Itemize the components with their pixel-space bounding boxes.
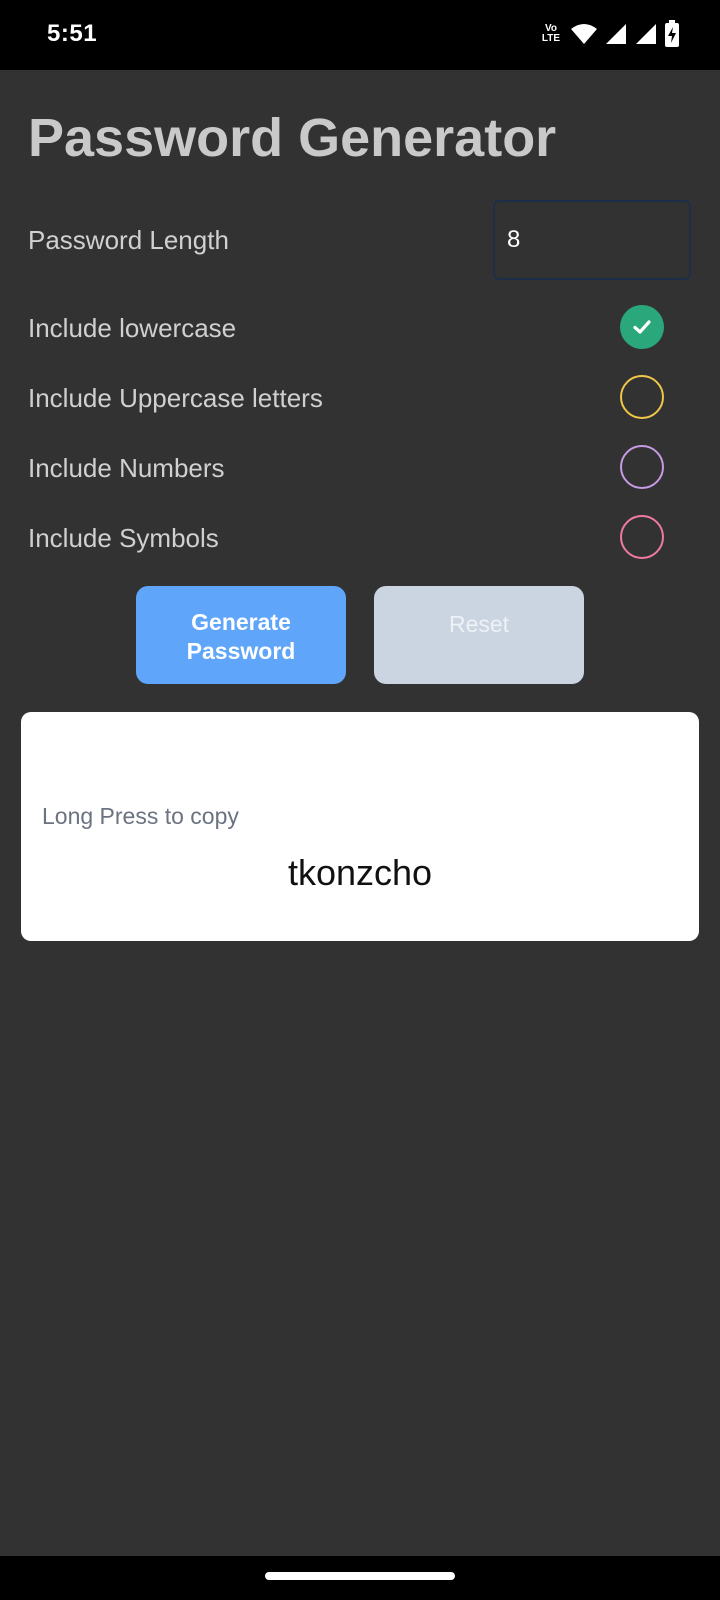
- symbols-checkbox[interactable]: [620, 515, 664, 559]
- result-card[interactable]: Long Press to copy tkonzcho: [21, 712, 699, 941]
- password-length-input[interactable]: [493, 200, 691, 280]
- numbers-checkbox[interactable]: [620, 445, 664, 489]
- reset-button[interactable]: Reset: [374, 586, 584, 684]
- page-title: Password Generator: [28, 108, 557, 168]
- lowercase-checkbox[interactable]: [620, 305, 664, 349]
- status-time: 5:51: [47, 20, 98, 47]
- copy-hint: Long Press to copy: [42, 803, 239, 829]
- option-label-lowercase: Include lowercase: [28, 313, 237, 343]
- volte-label-bottom: LTE: [541, 33, 561, 44]
- status-bar: 5:51 Vo LTE: [0, 0, 720, 70]
- home-gesture-handle[interactable]: [265, 1572, 455, 1580]
- generate-password-button[interactable]: Generate Password: [136, 586, 346, 684]
- generate-button-label-line1: Generate: [191, 609, 291, 635]
- option-label-numbers: Include Numbers: [28, 453, 225, 483]
- status-icons: Vo LTE: [538, 18, 680, 50]
- option-label-uppercase: Include Uppercase letters: [28, 383, 323, 413]
- uppercase-checkbox[interactable]: [620, 375, 664, 419]
- volte-icon: Vo LTE: [538, 24, 564, 44]
- navigation-bar: [0, 1556, 720, 1600]
- password-length-label: Password Length: [28, 225, 229, 255]
- signal-icon: [606, 24, 626, 44]
- generated-password[interactable]: tkonzcho: [21, 852, 699, 894]
- signal-icon: [636, 24, 656, 44]
- battery-charging-icon: [665, 20, 679, 47]
- option-label-symbols: Include Symbols: [28, 523, 219, 553]
- generate-button-label-line2: Password: [186, 638, 296, 664]
- wifi-icon: [571, 24, 597, 44]
- check-icon: [633, 320, 651, 334]
